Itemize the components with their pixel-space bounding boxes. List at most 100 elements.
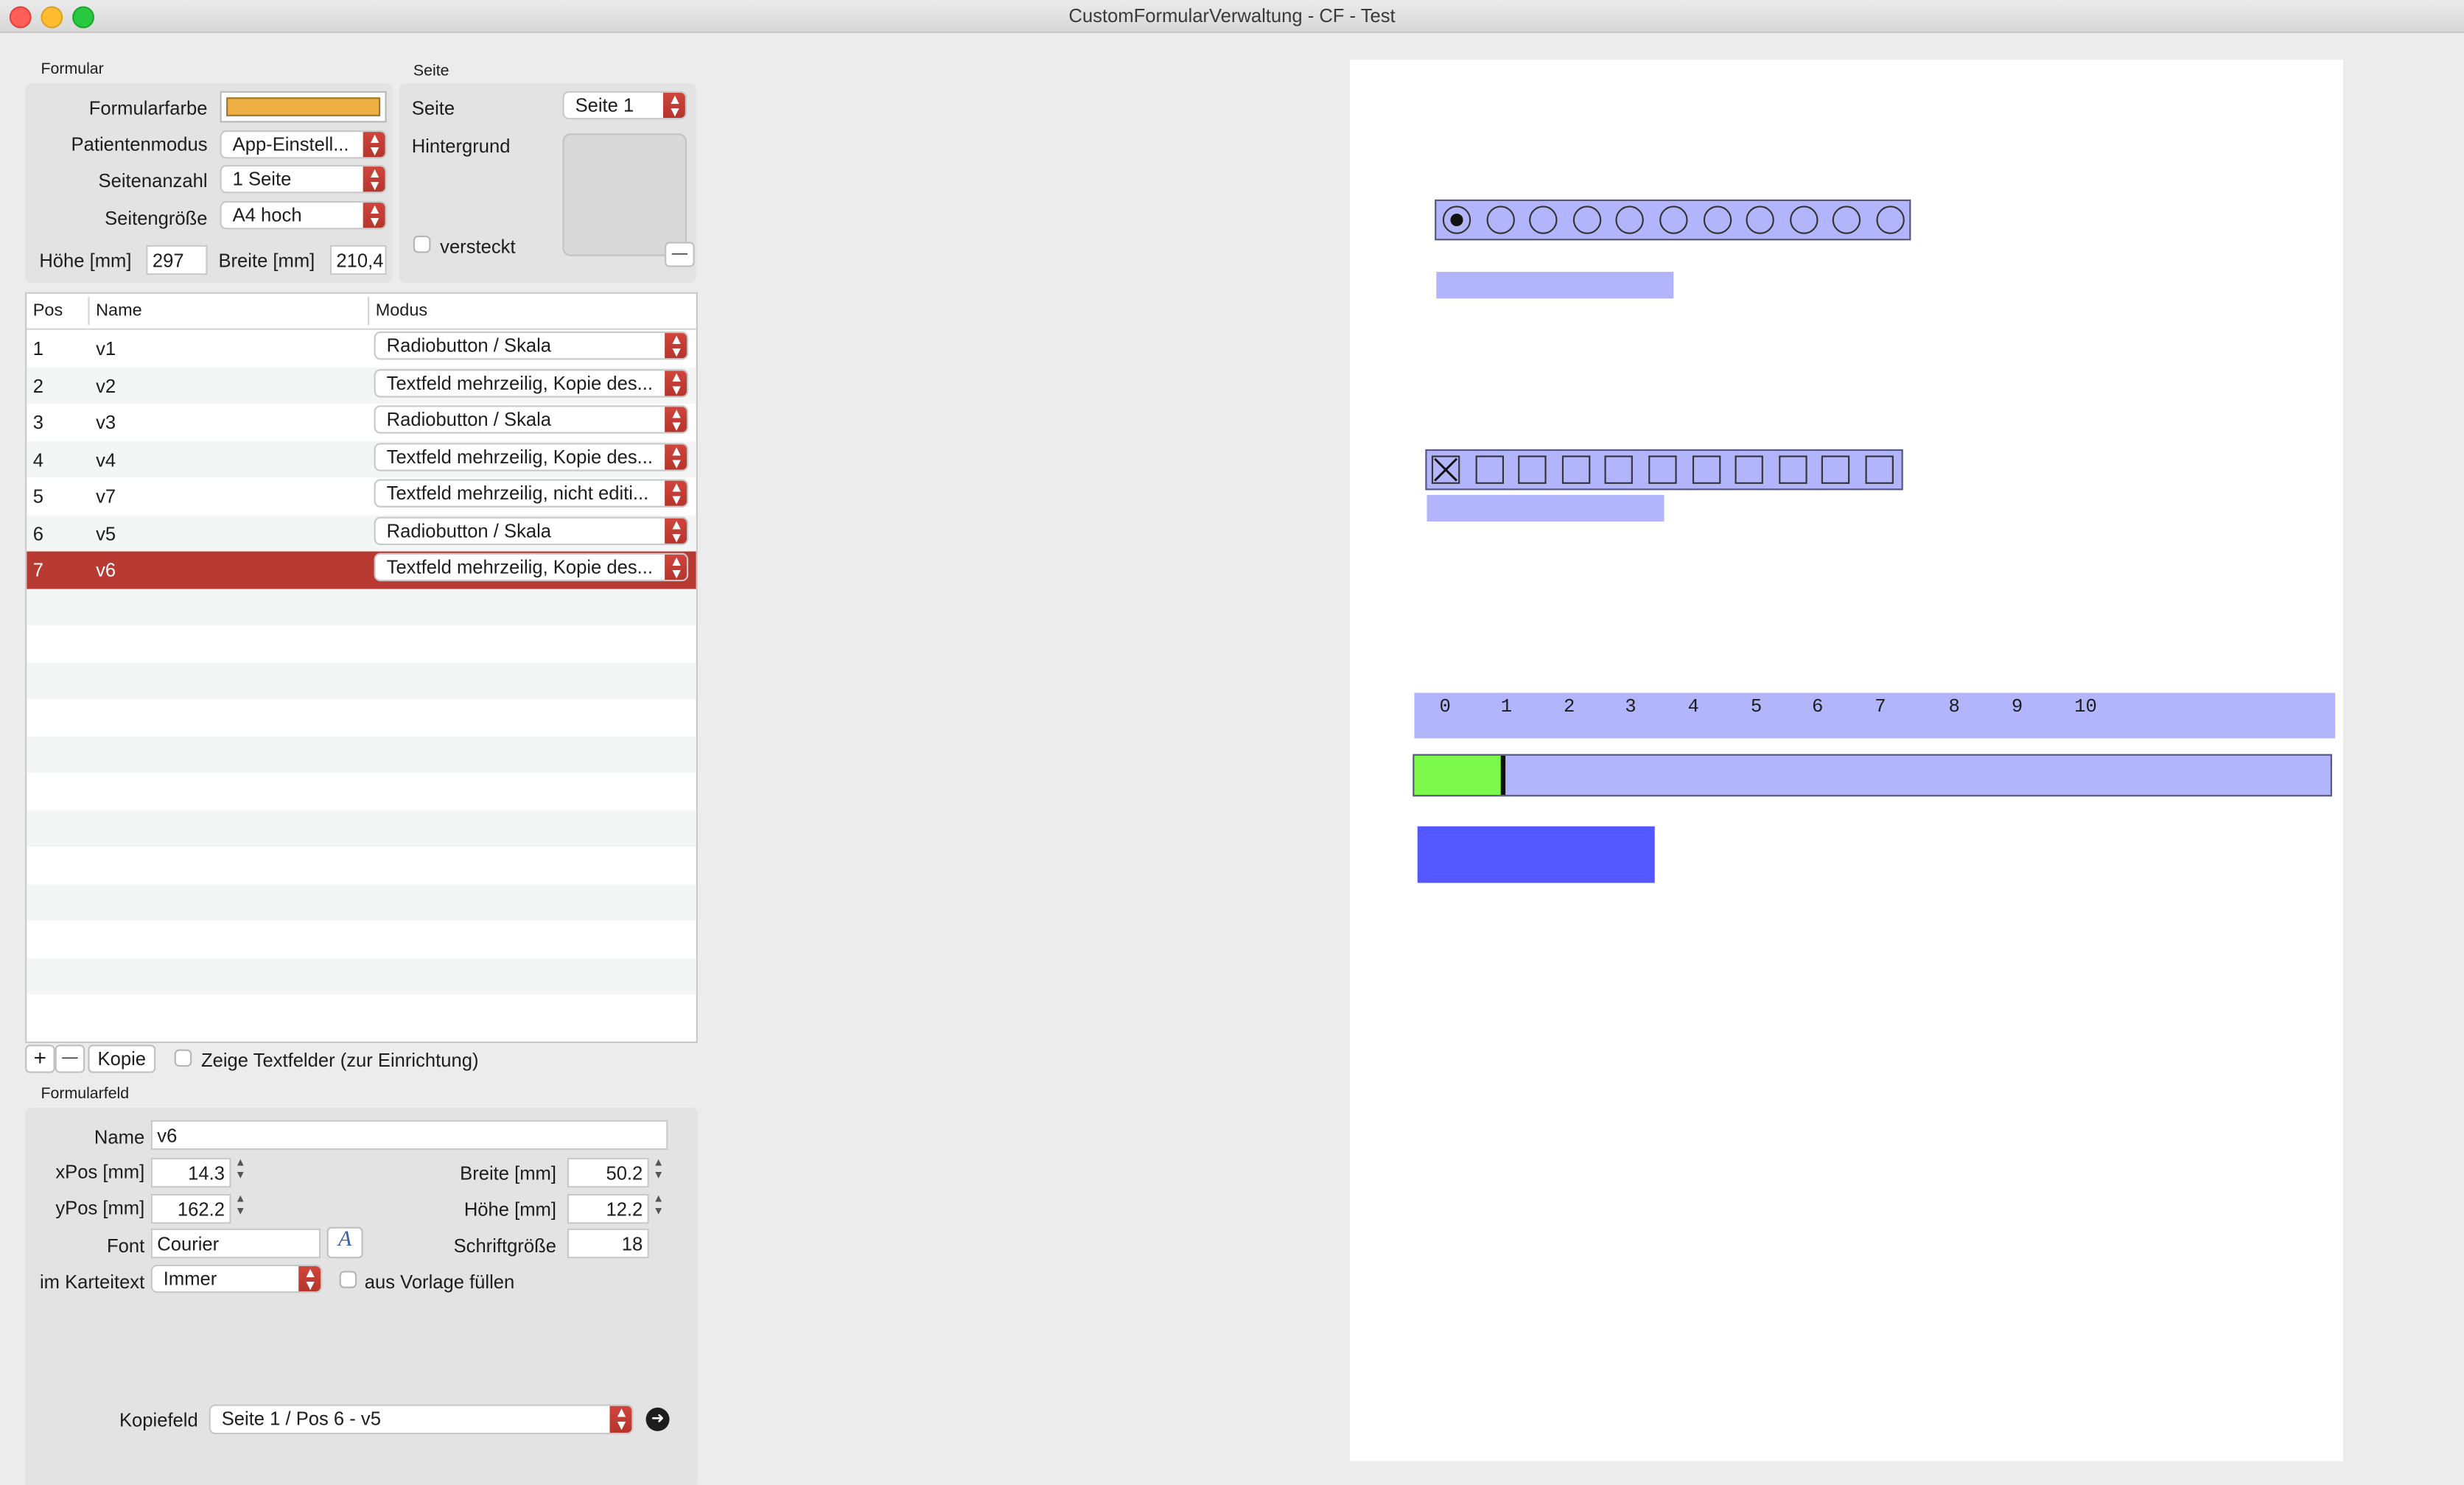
checkbox-option[interactable] xyxy=(1692,455,1721,484)
table-row[interactable]: 1 v1 Radiobutton / Skala ▲ ▼ xyxy=(27,330,696,367)
table-row[interactable] xyxy=(27,847,696,884)
checkbox-scale-field[interactable] xyxy=(1425,449,1903,491)
row-mode-select[interactable]: Radiobutton / Skala ▲ ▼ xyxy=(374,331,689,360)
row-pos: 4 xyxy=(32,448,44,471)
row-mode-value: Textfeld mehrzeilig, Kopie des... xyxy=(386,555,653,578)
radio-option[interactable] xyxy=(1442,206,1471,234)
field-name-input[interactable]: v6 xyxy=(150,1120,668,1151)
chevron-updown-icon: ▲ ▼ xyxy=(665,333,687,359)
checkbox-option[interactable] xyxy=(1865,455,1894,484)
form-preview-canvas[interactable]: 0 1 2 3 4 5 6 7 8 9 10 xyxy=(1349,60,2343,1461)
row-mode-select[interactable]: Textfeld mehrzeilig, Kopie des... ▲ ▼ xyxy=(374,552,689,582)
field-width-stepper[interactable]: ▲ ▼ xyxy=(651,1158,666,1186)
text-field-v6-selected[interactable] xyxy=(1417,826,1655,883)
checkbox-option[interactable] xyxy=(1648,455,1677,484)
page-select[interactable]: Seite 1 ▲ ▼ xyxy=(562,91,687,120)
table-row[interactable]: 6 v5 Radiobutton / Skala ▲ ▼ xyxy=(27,514,696,552)
radio-scale-field[interactable] xyxy=(1435,199,1911,241)
field-width-input[interactable]: 50.2 xyxy=(567,1157,649,1188)
table-row[interactable]: 3 v3 Radiobutton / Skala ▲ ▼ xyxy=(27,404,696,440)
scale-tick-label: 5 xyxy=(1750,695,1763,718)
xpos-stepper[interactable]: ▲ ▼ xyxy=(233,1158,248,1186)
chevron-updown-icon: ▲ ▼ xyxy=(298,1265,321,1292)
row-pos: 2 xyxy=(32,374,44,397)
go-to-copyfield-button[interactable]: ➜ xyxy=(645,1407,670,1431)
background-image-well[interactable] xyxy=(562,133,687,256)
checkbox-option[interactable] xyxy=(1431,455,1460,484)
row-mode-select[interactable]: Radiobutton / Skala ▲ ▼ xyxy=(374,516,689,544)
show-textfields-checkbox[interactable] xyxy=(174,1049,192,1067)
table-row[interactable] xyxy=(27,883,696,921)
table-row[interactable] xyxy=(27,625,696,662)
checkbox-option[interactable] xyxy=(1778,455,1807,484)
radio-option[interactable] xyxy=(1659,206,1688,234)
checkbox-option[interactable] xyxy=(1518,455,1547,484)
font-picker-button[interactable]: A xyxy=(326,1226,363,1259)
remove-background-button[interactable]: — xyxy=(665,242,695,267)
ypos-stepper[interactable]: ▲ ▼ xyxy=(233,1194,248,1222)
radio-option[interactable] xyxy=(1485,206,1515,234)
radio-option[interactable] xyxy=(1616,206,1645,234)
table-row[interactable] xyxy=(27,661,696,700)
table-row[interactable] xyxy=(27,773,696,810)
karteitext-select[interactable]: Immer ▲ ▼ xyxy=(150,1264,323,1293)
radio-option[interactable] xyxy=(1746,206,1775,234)
row-mode-select[interactable]: Textfeld mehrzeilig, nicht editi... ▲ ▼ xyxy=(374,479,689,508)
patient-mode-select[interactable]: App-Einstell... ▲ ▼ xyxy=(220,130,387,159)
xpos-input[interactable]: 14.3 xyxy=(150,1157,231,1188)
number-scale-field[interactable]: 0 1 2 3 4 5 6 7 8 9 10 xyxy=(1414,692,2336,739)
checkbox-option[interactable] xyxy=(1474,455,1504,484)
table-row[interactable]: 5 v7 Textfeld mehrzeilig, nicht editi... ▲ ▼ xyxy=(27,477,696,514)
height-field[interactable]: 297 xyxy=(146,245,208,275)
field-height-input[interactable]: 12.2 xyxy=(567,1193,649,1224)
table-row[interactable] xyxy=(27,957,696,994)
remove-field-button[interactable]: — xyxy=(55,1045,85,1073)
page-count-select[interactable]: 1 Seite ▲ ▼ xyxy=(220,164,387,194)
radio-option[interactable] xyxy=(1876,206,1905,234)
row-mode-value: Radiobutton / Skala xyxy=(386,519,552,541)
table-row[interactable] xyxy=(27,921,696,958)
table-row[interactable]: 2 v2 Textfeld mehrzeilig, Kopie des... ▲ ▼ xyxy=(27,366,696,404)
text-field-v4[interactable] xyxy=(1427,494,1665,522)
table-row[interactable] xyxy=(27,588,696,625)
width-field[interactable]: 210,4 xyxy=(329,245,387,275)
formular-color-well[interactable] xyxy=(220,91,387,123)
radio-option[interactable] xyxy=(1702,206,1732,234)
formular-color-label: Formularfarbe xyxy=(88,97,208,120)
slider-field[interactable] xyxy=(1413,754,2332,797)
column-header-modus[interactable]: Modus xyxy=(376,301,427,320)
radio-option[interactable] xyxy=(1833,206,1861,234)
add-field-button[interactable]: + xyxy=(25,1045,55,1073)
scale-tick-label: 7 xyxy=(1875,695,1886,718)
row-mode-select[interactable]: Textfeld mehrzeilig, Kopie des... ▲ ▼ xyxy=(374,368,689,397)
checkbox-option[interactable] xyxy=(1561,455,1590,484)
table-row[interactable] xyxy=(27,810,696,847)
hidden-checkbox[interactable] xyxy=(413,235,431,253)
font-input[interactable]: Courier xyxy=(150,1228,321,1259)
row-mode-select[interactable]: Radiobutton / Skala ▲ ▼ xyxy=(374,405,689,434)
table-row[interactable]: 4 v4 Textfeld mehrzeilig, Kopie des... ▲ ▼ xyxy=(27,440,696,478)
template-checkbox[interactable] xyxy=(339,1271,357,1288)
fields-table[interactable]: Pos Name Modus 1 v1 Radiobutton / Skala ▲ ▼ 2… xyxy=(25,292,698,1044)
table-row[interactable] xyxy=(27,736,696,773)
checkbox-option[interactable] xyxy=(1605,455,1634,484)
row-mode-select[interactable]: Textfeld mehrzeilig, Kopie des... ▲ ▼ xyxy=(374,442,689,471)
table-row[interactable]: 7 v6 Textfeld mehrzeilig, Kopie des... ▲ ▼ xyxy=(27,551,696,589)
table-row[interactable] xyxy=(27,994,696,1031)
copyfield-select[interactable]: Seite 1 / Pos 6 - v5 ▲ ▼ xyxy=(209,1404,634,1435)
radio-option[interactable] xyxy=(1789,206,1819,234)
ypos-input[interactable]: 162.2 xyxy=(150,1193,231,1224)
checkbox-option[interactable] xyxy=(1735,455,1764,484)
title-bar: CustomFormularVerwaltung - CF - Test xyxy=(0,0,2464,33)
radio-option[interactable] xyxy=(1529,206,1558,234)
table-row[interactable] xyxy=(27,699,696,736)
text-field-v2[interactable] xyxy=(1436,271,1674,299)
copy-field-button[interactable]: Kopie xyxy=(88,1045,156,1073)
fontsize-input[interactable]: 18 xyxy=(567,1228,649,1259)
column-header-name[interactable]: Name xyxy=(96,301,142,320)
checkbox-option[interactable] xyxy=(1821,455,1851,484)
radio-option[interactable] xyxy=(1572,206,1601,234)
column-header-pos[interactable]: Pos xyxy=(33,301,63,320)
field-height-stepper[interactable]: ▲ ▼ xyxy=(651,1194,666,1222)
page-size-select[interactable]: A4 hoch ▲ ▼ xyxy=(220,200,387,230)
